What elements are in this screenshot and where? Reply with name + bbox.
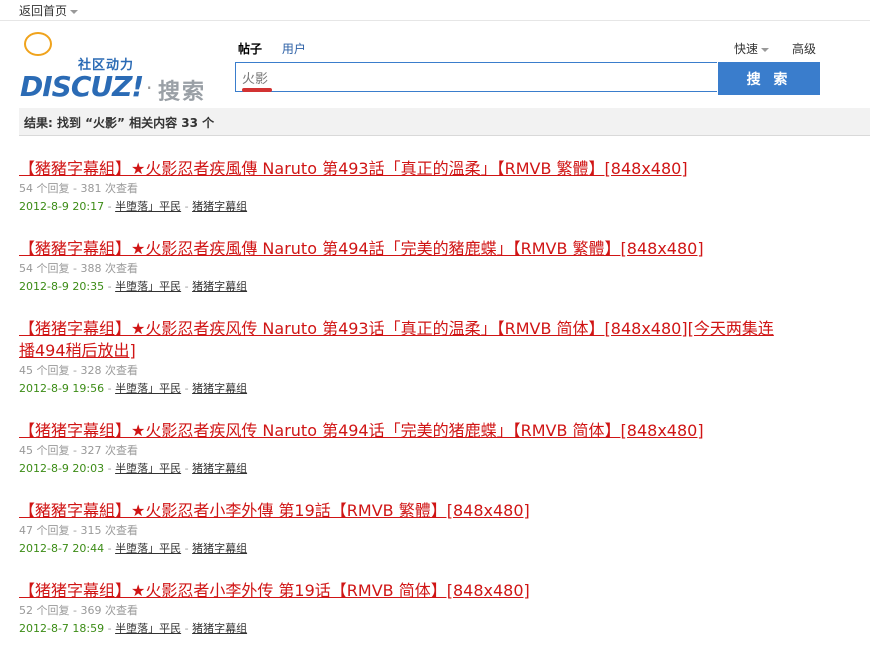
author-link[interactable]: 半堕落」平民 <box>115 542 181 555</box>
result-title-link[interactable]: 【猪猪字幕组】★火影忍者疾风传 Naruto 第493话「真正的温柔」【RMVB… <box>19 318 779 362</box>
forum-link[interactable]: 猪猪字幕组 <box>192 542 247 555</box>
result-date: 2012-8-9 19:56 <box>19 382 105 395</box>
top-bar: 返回首页 <box>0 0 870 21</box>
author-link[interactable]: 半堕落」平民 <box>115 280 181 293</box>
logo-brand: DISCUZ! <box>20 70 144 103</box>
input-underline <box>242 88 272 92</box>
list-item: 【猪猪字幕组】★火影忍者疾风传 Naruto 第494话「完美的猪鹿蝶」【RMV… <box>19 420 859 478</box>
list-item: 【猪猪字幕组】★火影忍者疾风传 Naruto 第493话「真正的温柔」【RMVB… <box>19 318 859 398</box>
speech-bubble-icon <box>24 32 52 56</box>
logo[interactable]: 社区动力 DISCUZ! · 搜索 <box>18 32 218 105</box>
chevron-down-icon <box>761 47 770 52</box>
author-link[interactable]: 半堕落」平民 <box>115 382 181 395</box>
result-date: 2012-8-9 20:03 <box>19 462 105 475</box>
advanced-search-link[interactable]: 高级 <box>792 40 816 57</box>
result-meta: 2012-8-9 20:17 - 半堕落」平民 - 猪猪字幕组 <box>19 200 248 213</box>
list-item: 【豬豬字幕組】★火影忍者疾風傳 Naruto 第493話「真正的溫柔」【RMVB… <box>19 158 859 216</box>
quick-label: 快速 <box>734 42 759 56</box>
list-item: 【豬豬字幕組】★火影忍者疾風傳 Naruto 第494話「完美的豬鹿蝶」【RMV… <box>19 238 859 296</box>
search-input[interactable] <box>236 63 718 91</box>
logo-product: 搜索 <box>158 80 207 105</box>
result-title-link[interactable]: 【猪猪字幕组】★火影忍者小李外传 第19话【RMVB 简体】[848x480] <box>19 580 859 602</box>
result-stats: 45 个回复 - 327 次查看 <box>19 444 138 457</box>
quick-dropdown[interactable]: 快速 <box>734 40 770 57</box>
logo-dot: · <box>146 76 153 100</box>
result-stats: 52 个回复 - 369 次查看 <box>19 604 138 617</box>
result-date: 2012-8-7 18:59 <box>19 622 105 635</box>
result-stats: 54 个回复 - 388 次查看 <box>19 262 138 275</box>
back-home-label: 返回首页 <box>19 4 68 18</box>
forum-link[interactable]: 猪猪字幕组 <box>192 200 247 213</box>
forum-link[interactable]: 猪猪字幕组 <box>192 622 247 635</box>
result-meta: 2012-8-9 19:56 - 半堕落」平民 - 猪猪字幕组 <box>19 382 248 395</box>
forum-link[interactable]: 猪猪字幕组 <box>192 462 247 475</box>
result-summary: 结果: 找到 “火影” 相关内容 33 个 <box>24 116 215 130</box>
forum-link[interactable]: 猪猪字幕组 <box>192 280 247 293</box>
results-list: 【豬豬字幕組】★火影忍者疾風傳 Naruto 第493話「真正的溫柔」【RMVB… <box>19 158 859 638</box>
result-date: 2012-8-9 20:17 <box>19 200 105 213</box>
result-stats: 54 个回复 - 381 次查看 <box>19 182 138 195</box>
result-meta: 2012-8-9 20:03 - 半堕落」平民 - 猪猪字幕组 <box>19 462 248 475</box>
result-date: 2012-8-9 20:35 <box>19 280 105 293</box>
result-meta: 2012-8-7 20:44 - 半堕落」平民 - 猪猪字幕组 <box>19 542 248 555</box>
search-button[interactable]: 搜 索 <box>718 62 820 95</box>
list-item: 【猪猪字幕组】★火影忍者小李外传 第19话【RMVB 简体】[848x480] … <box>19 580 859 638</box>
search-box <box>235 62 718 92</box>
result-title-link[interactable]: 【豬豬字幕組】★火影忍者小李外傳 第19話【RMVB 繁體】[848x480] <box>19 500 859 522</box>
result-meta: 2012-8-7 18:59 - 半堕落」平民 - 猪猪字幕组 <box>19 622 248 635</box>
result-stats: 45 个回复 - 328 次查看 <box>19 364 138 377</box>
search-tabs: 帖子 用户 <box>238 40 322 57</box>
tab-posts[interactable]: 帖子 <box>238 42 262 56</box>
result-meta: 2012-8-9 20:35 - 半堕落」平民 - 猪猪字幕组 <box>19 280 248 293</box>
result-summary-bar: 结果: 找到 “火影” 相关内容 33 个 <box>19 108 870 136</box>
back-home-link[interactable]: 返回首页 <box>19 2 79 19</box>
result-stats: 47 个回复 - 315 次查看 <box>19 524 138 537</box>
result-date: 2012-8-7 20:44 <box>19 542 105 555</box>
forum-link[interactable]: 猪猪字幕组 <box>192 382 247 395</box>
chevron-down-icon <box>70 9 79 14</box>
result-title-link[interactable]: 【豬豬字幕組】★火影忍者疾風傳 Naruto 第494話「完美的豬鹿蝶」【RMV… <box>19 238 859 260</box>
author-link[interactable]: 半堕落」平民 <box>115 622 181 635</box>
result-title-link[interactable]: 【猪猪字幕组】★火影忍者疾风传 Naruto 第494话「完美的猪鹿蝶」【RMV… <box>19 420 859 442</box>
author-link[interactable]: 半堕落」平民 <box>115 462 181 475</box>
tab-users[interactable]: 用户 <box>282 42 306 56</box>
list-item: 【豬豬字幕組】★火影忍者小李外傳 第19話【RMVB 繁體】[848x480] … <box>19 500 859 558</box>
author-link[interactable]: 半堕落」平民 <box>115 200 181 213</box>
result-title-link[interactable]: 【豬豬字幕組】★火影忍者疾風傳 Naruto 第493話「真正的溫柔」【RMVB… <box>19 158 859 180</box>
